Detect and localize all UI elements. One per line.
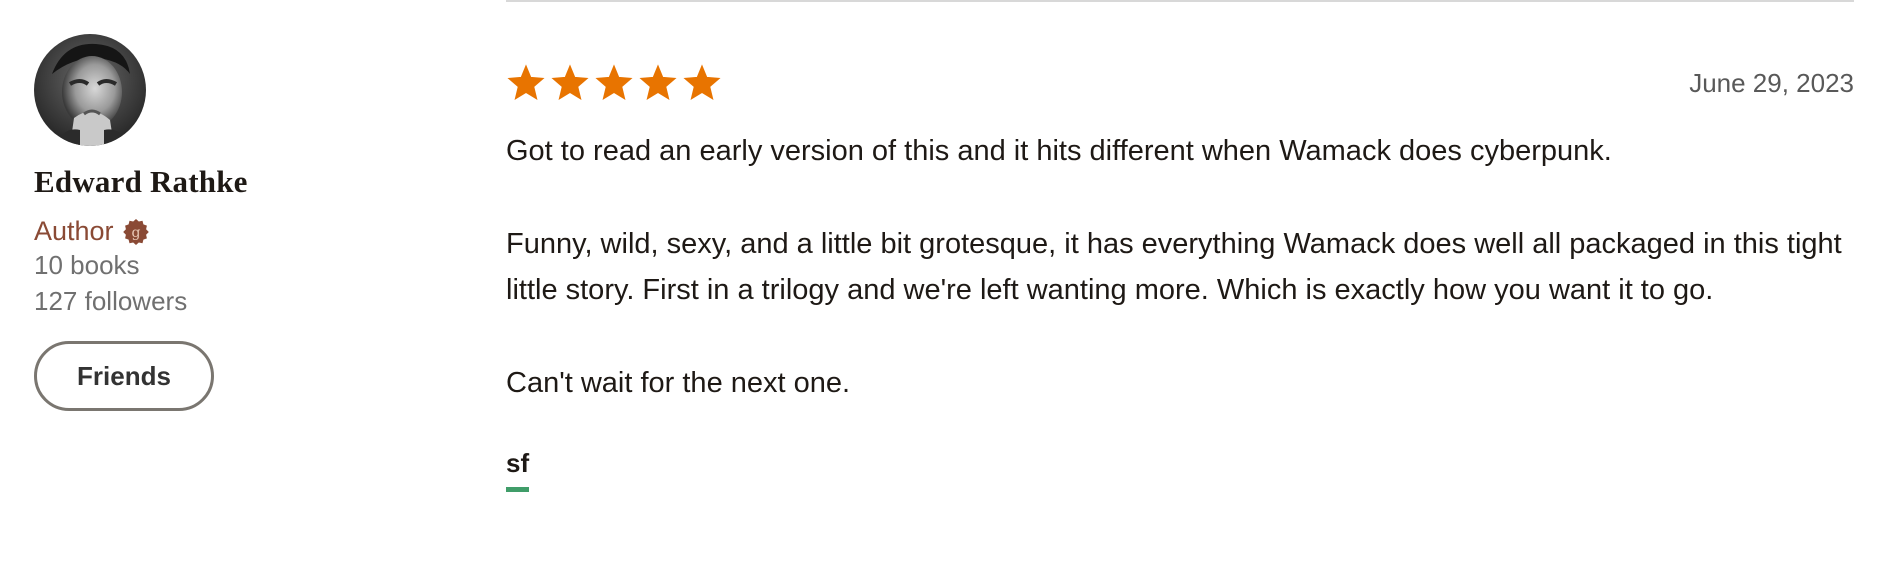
review-header: June 29, 2023 (506, 58, 1854, 108)
review-paragraph: Can't wait for the next one. (506, 367, 851, 399)
reviewer-avatar[interactable] (34, 34, 146, 146)
reviewer-name[interactable]: Edward Rathke (34, 164, 434, 200)
review-card: Edward Rathke Author g 10 books 127 foll… (0, 0, 1878, 566)
divider (506, 0, 1854, 2)
svg-text:g: g (131, 225, 140, 241)
review-paragraph: Funny, wild, sexy, and a little bit grot… (506, 228, 1842, 306)
reviewer-followers-count[interactable]: 127 followers (34, 283, 434, 319)
star-icon (683, 64, 721, 101)
reviewer-profile: Edward Rathke Author g 10 books 127 foll… (34, 34, 434, 411)
star-icon (551, 64, 589, 101)
star-icon (507, 64, 545, 101)
reviewer-books-count[interactable]: 10 books (34, 247, 434, 283)
review-content: June 29, 2023 Got to read an early versi… (506, 58, 1854, 492)
star-rating (506, 63, 722, 103)
author-label: Author (34, 216, 114, 246)
author-line: Author g (34, 216, 434, 247)
review-paragraph: Got to read an early version of this and… (506, 135, 1612, 167)
star-icon (639, 64, 677, 101)
goodreads-author-badge-icon: g (122, 218, 150, 246)
shelf-tag-sf[interactable]: sf (506, 448, 530, 492)
friends-button[interactable]: Friends (34, 341, 214, 411)
star-icon (595, 64, 633, 101)
avatar-photo (34, 34, 146, 146)
review-date[interactable]: June 29, 2023 (1689, 68, 1854, 99)
review-text: Got to read an early version of this and… (506, 128, 1854, 406)
